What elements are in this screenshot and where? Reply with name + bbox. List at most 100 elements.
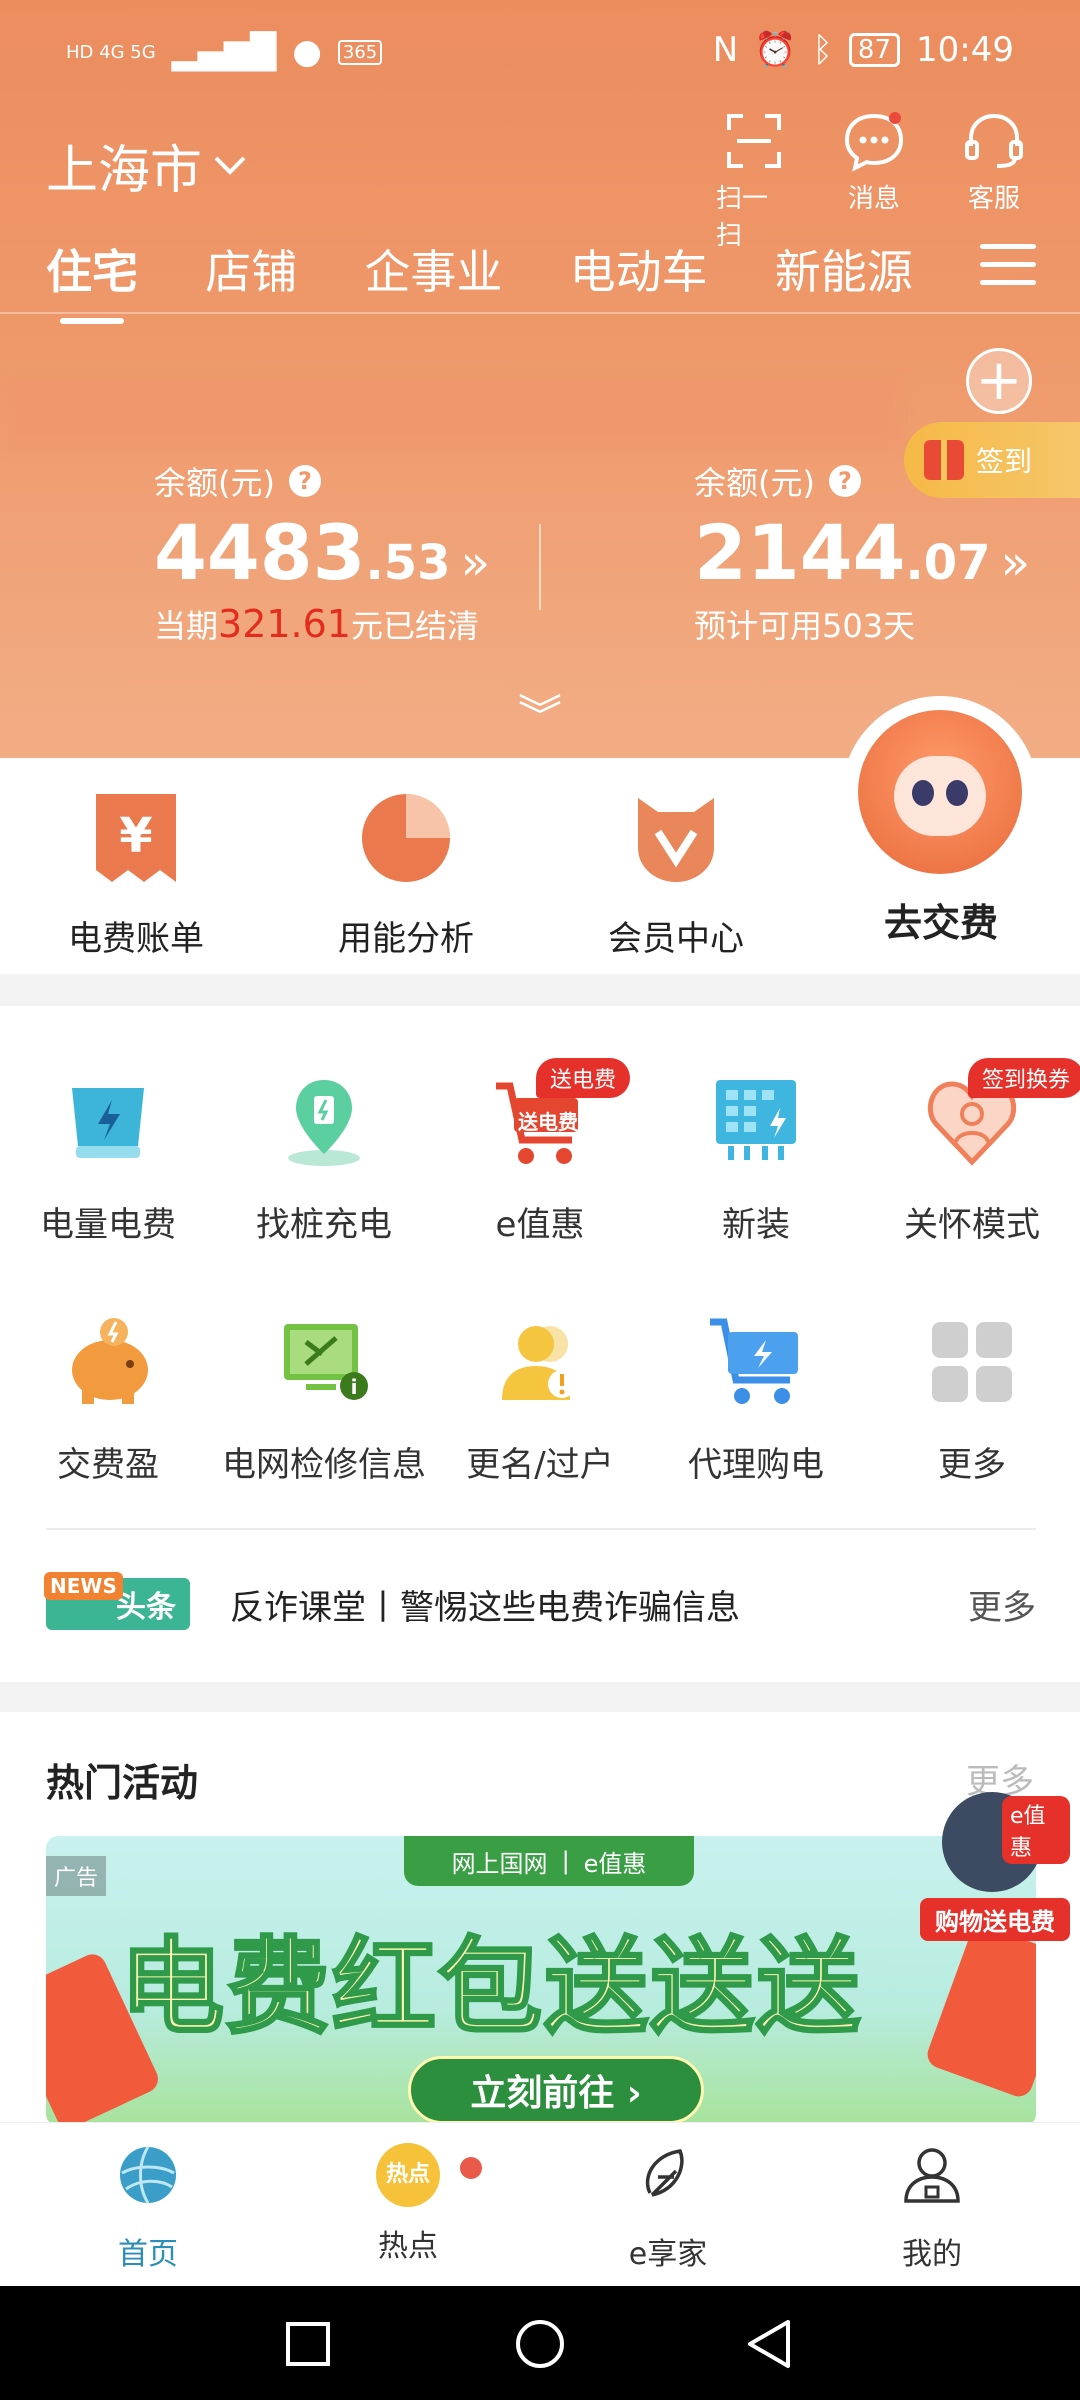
service-electricity-fee[interactable]: 电量电费 xyxy=(0,1074,216,1246)
quick-label: 会员中心 xyxy=(608,919,744,959)
service-find-charger[interactable]: 找桩充电 xyxy=(216,1074,432,1246)
category-tabs: 住宅 店铺 企事业 电动车 新能源 xyxy=(46,236,1036,324)
home-icon[interactable] xyxy=(514,2318,566,2370)
help-icon[interactable]: ? xyxy=(288,465,321,497)
activity-banner[interactable]: 广告 网上国网 | e值惠 电费红包送送送 立刻前往 › xyxy=(46,1836,1036,2126)
service-label: 交费盈 xyxy=(57,1445,159,1485)
service-new-install[interactable]: 新装 xyxy=(648,1074,864,1246)
account-info-blurred xyxy=(0,380,900,450)
e-home-icon xyxy=(645,2149,684,2197)
tab-divider xyxy=(0,312,1080,314)
signal-icon: ▂▄▆█ xyxy=(171,32,277,72)
red-envelope-image xyxy=(923,1921,1036,2101)
hot-icon: 热点 xyxy=(376,2143,440,2207)
cart-inner-label: 送电费 xyxy=(518,1110,578,1134)
service-label: 找桩充电 xyxy=(256,1205,392,1245)
service-rename-transfer[interactable]: 更名/过户 xyxy=(432,1314,648,1486)
recents-icon[interactable] xyxy=(284,2320,332,2368)
city-label: 上海市 xyxy=(46,141,203,201)
headset-icon xyxy=(965,113,1023,168)
balance-amount-dec: .07 xyxy=(905,535,991,591)
service-label: 新装 xyxy=(722,1205,790,1245)
quick-energy-analysis[interactable]: 用能分析 xyxy=(296,790,516,960)
balance-divider xyxy=(539,524,541,610)
service-pay-profit[interactable]: 交费盈 xyxy=(0,1314,216,1486)
charging-pile-icon xyxy=(288,1080,360,1166)
floating-promo[interactable]: e值惠 购物送电费 xyxy=(920,1792,1070,1942)
banner-title: 电费红包送送送 xyxy=(118,1925,863,2050)
message-button[interactable]: 消息 xyxy=(836,110,912,252)
grid-repair-icon: i xyxy=(284,1324,368,1400)
quick-label: 电费账单 xyxy=(68,919,204,959)
service-proxy-purchase[interactable]: 代理购电 xyxy=(648,1314,864,1486)
mascot-icon[interactable] xyxy=(858,710,1022,874)
alarm-icon: ⏰ xyxy=(754,30,797,70)
service-care-mode[interactable]: 签到换券 关怀模式 xyxy=(864,1058,1080,1246)
expand-chevron-icon[interactable]: ︾ xyxy=(518,680,562,744)
promo-tag: e值惠 xyxy=(1002,1796,1070,1864)
tab-residential[interactable]: 住宅 xyxy=(46,236,138,324)
menu-icon[interactable] xyxy=(979,244,1036,290)
battery-icon xyxy=(72,1088,144,1158)
news-logo-text: 头条 xyxy=(116,1590,176,1625)
nav-label: 我的 xyxy=(902,2237,962,2272)
top-actions: 扫一扫 消息 客服 xyxy=(716,110,1032,252)
wechat-icon: ● xyxy=(292,32,322,72)
tab-ev[interactable]: 电动车 xyxy=(570,236,708,302)
service-more[interactable]: 更多 xyxy=(864,1314,1080,1486)
back-icon[interactable] xyxy=(744,2318,792,2370)
battery-icon: 87 xyxy=(848,33,901,67)
news-headline[interactable]: 反诈课堂丨警惕这些电费诈骗信息 xyxy=(230,1580,740,1629)
bill-icon: ¥ xyxy=(96,794,176,882)
news-bar[interactable]: NEWS 头条 反诈课堂丨警惕这些电费诈骗信息 更多 xyxy=(44,1572,1036,1630)
service-label: 更名/过户 xyxy=(466,1445,614,1485)
help-icon[interactable]: ? xyxy=(828,465,861,497)
nav-label: e享家 xyxy=(628,2237,708,2272)
service-e-value-hui[interactable]: 送电费 送电费 e值惠 xyxy=(432,1058,648,1246)
svg-text:¥: ¥ xyxy=(119,808,152,864)
calendar-icon: 365 xyxy=(337,39,383,65)
notification-dot xyxy=(460,2157,482,2179)
bluetooth-icon: ᛒ xyxy=(812,30,833,70)
quick-member-center[interactable]: 会员中心 xyxy=(566,790,786,960)
balance-card-2[interactable]: 余额(元)? 2144 .07 » 预计可用503天 xyxy=(694,458,1030,647)
user-transfer-icon xyxy=(502,1326,576,1400)
pay-label[interactable]: 去交费 xyxy=(846,892,1036,947)
balance-label: 余额(元) xyxy=(694,464,815,502)
network-label: HD 4G 5G xyxy=(66,41,156,63)
add-account-button[interactable]: + xyxy=(966,348,1032,414)
tab-new-energy[interactable]: 新能源 xyxy=(775,236,913,302)
tab-shop[interactable]: 店铺 xyxy=(205,236,297,302)
balance-amount-int: 2144 xyxy=(694,508,906,597)
nfc-icon: N xyxy=(712,30,739,70)
pie-chart-icon xyxy=(362,794,450,882)
news-logo: NEWS 头条 xyxy=(44,1572,190,1630)
scan-button[interactable]: 扫一扫 xyxy=(716,110,792,252)
nav-home[interactable]: 首页 xyxy=(48,2143,248,2273)
message-label: 消息 xyxy=(847,184,900,214)
news-more-link[interactable]: 更多 xyxy=(968,1580,1036,1629)
banner-top-right: e值惠 xyxy=(583,1849,647,1878)
service-badge: 签到换券 xyxy=(968,1058,1080,1098)
nav-label: 首页 xyxy=(118,2237,178,2272)
service-button[interactable]: 客服 xyxy=(956,110,1032,252)
grid-more-icon xyxy=(932,1322,1012,1402)
city-selector[interactable]: 上海市 xyxy=(46,128,248,203)
service-grid-repair[interactable]: i 电网检修信息 xyxy=(216,1314,432,1486)
banner-go-button[interactable]: 立刻前往 › xyxy=(408,2056,704,2124)
hot-title: 热门活动 xyxy=(46,1761,199,1805)
balance-sub-suffix: 天 xyxy=(883,607,916,645)
balance-sub-value: 503 xyxy=(822,607,884,645)
banner-top-left: 网上国网 xyxy=(451,1849,548,1878)
quick-bill[interactable]: ¥ 电费账单 xyxy=(26,790,246,960)
nav-e-home[interactable]: e享家 xyxy=(568,2143,768,2273)
scan-icon xyxy=(727,114,781,168)
balance-card-1[interactable]: 余额(元)? 4483 .53 » 当期321.61元已结清 xyxy=(154,458,490,647)
service-badge: 送电费 xyxy=(536,1058,631,1098)
nav-mine[interactable]: 我的 xyxy=(832,2143,1032,2273)
tab-enterprise[interactable]: 企事业 xyxy=(364,236,502,302)
balance-sub-suffix: 元已结清 xyxy=(350,607,479,645)
balance-sub-value: 321.61 xyxy=(218,602,351,646)
nav-hot[interactable]: 热点 热点 xyxy=(308,2143,508,2265)
message-icon xyxy=(844,112,904,172)
